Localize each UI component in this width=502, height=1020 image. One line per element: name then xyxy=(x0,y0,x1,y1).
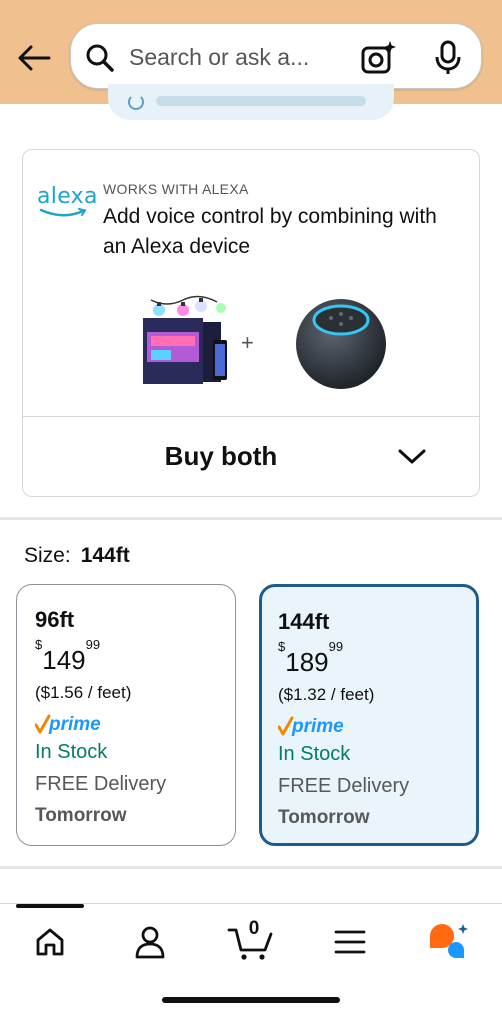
nav-account[interactable] xyxy=(120,920,180,964)
search-bar[interactable] xyxy=(70,23,482,89)
works-with-alexa-label: WORKS WITH ALEXA xyxy=(103,181,249,197)
nav-menu[interactable] xyxy=(320,920,380,964)
section-divider xyxy=(0,517,502,520)
works-with-alexa-card: alexa WORKS WITH ALEXA Add voice control… xyxy=(22,149,480,497)
echo-dot-image xyxy=(296,299,386,389)
home-icon xyxy=(36,928,64,956)
nav-cart[interactable]: 0 xyxy=(220,918,280,964)
account-icon xyxy=(135,926,165,959)
option-delivery-day: Tomorrow xyxy=(35,805,127,826)
option-delivery-day: Tomorrow xyxy=(278,807,370,828)
chevron-down-icon xyxy=(398,449,426,464)
option-delivery: FREE Delivery xyxy=(278,775,410,797)
buy-both-label: Buy both xyxy=(164,441,278,471)
rufus-chat-icon xyxy=(430,924,468,958)
cart-count: 0 xyxy=(248,918,260,939)
menu-icon xyxy=(334,930,366,954)
option-stock-status: In Stock xyxy=(278,743,351,765)
alexa-logo-text: alexa xyxy=(37,184,98,209)
alexa-headline: Add voice control by combining with an A… xyxy=(103,205,437,258)
price-whole: 189 xyxy=(285,647,329,677)
bundle-images: + xyxy=(137,292,386,396)
plus-sign: + xyxy=(241,330,254,355)
light-strip-kit-image xyxy=(143,295,227,384)
section-divider xyxy=(0,866,502,869)
back-button[interactable] xyxy=(14,38,54,78)
prime-text: prime xyxy=(291,716,344,737)
size-option-144ft[interactable]: 144ft $18999 ($1.32 / feet) prime In Sto… xyxy=(259,584,479,846)
buy-both-toggle[interactable]: Buy both xyxy=(23,417,479,497)
option-price: $14999 xyxy=(35,637,100,676)
price-fraction: 99 xyxy=(328,639,344,655)
search-icon xyxy=(86,44,114,72)
loading-icon xyxy=(128,94,144,110)
prime-logo-icon: prime xyxy=(278,716,344,737)
back-arrow-icon xyxy=(18,45,51,71)
nav-rufus[interactable] xyxy=(418,920,478,964)
search-input[interactable] xyxy=(129,40,329,74)
peeking-banner xyxy=(108,84,394,120)
microphone-icon[interactable] xyxy=(433,40,463,76)
price-fraction: 99 xyxy=(85,637,101,653)
alexa-logo: alexa xyxy=(37,184,97,220)
option-price: $18999 xyxy=(278,639,343,678)
price-currency: $ xyxy=(278,639,286,655)
selected-size-value: 144ft xyxy=(80,544,130,567)
home-indicator xyxy=(162,997,340,1003)
option-delivery: FREE Delivery xyxy=(35,773,167,795)
prime-logo-icon: prime xyxy=(35,714,101,735)
price-whole: 149 xyxy=(42,645,86,675)
option-unit-price: ($1.32 / feet) xyxy=(278,685,375,704)
option-length: 96ft xyxy=(35,607,75,632)
option-unit-price: ($1.56 / feet) xyxy=(35,683,132,702)
nav-home[interactable] xyxy=(20,920,80,964)
size-selector-label: Size: 144ft xyxy=(24,544,130,568)
alexa-smile-icon xyxy=(39,208,87,217)
active-tab-indicator xyxy=(16,904,84,908)
option-length: 144ft xyxy=(278,609,330,634)
prime-text: prime xyxy=(48,714,101,735)
camera-lens-icon[interactable] xyxy=(361,40,397,76)
option-stock-status: In Stock xyxy=(35,741,108,763)
size-option-96ft[interactable]: 96ft $14999 ($1.56 / feet) prime In Stoc… xyxy=(16,584,236,846)
price-currency: $ xyxy=(35,637,43,653)
size-label-text: Size: xyxy=(24,544,71,567)
placeholder-bar xyxy=(156,96,366,106)
